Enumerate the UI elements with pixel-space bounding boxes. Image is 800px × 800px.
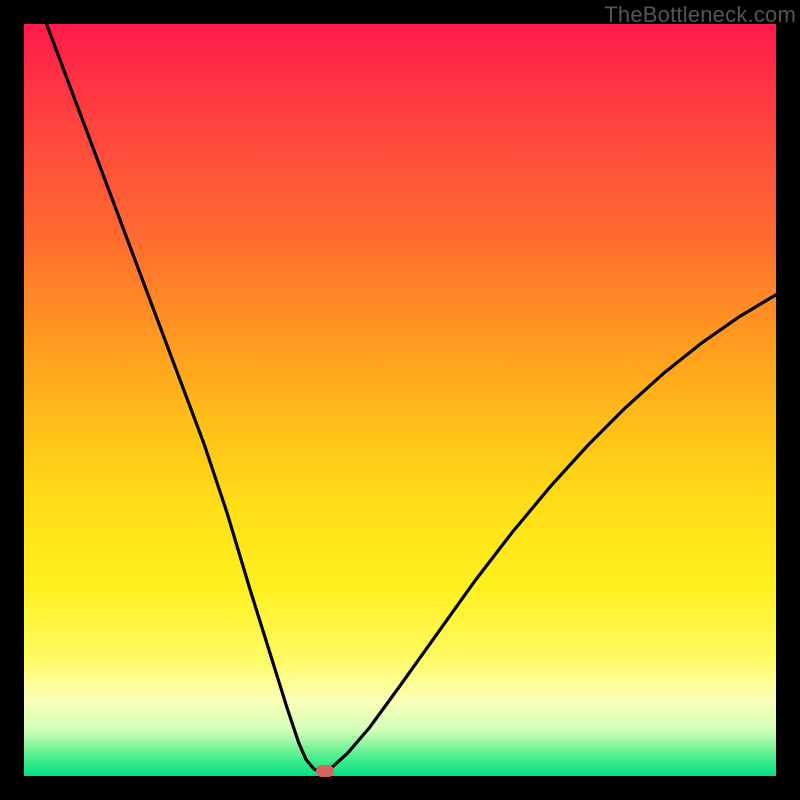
plot-area <box>24 24 776 776</box>
bottleneck-curve <box>24 24 776 776</box>
optimal-point-marker <box>316 765 334 777</box>
watermark-text: TheBottleneck.com <box>604 2 796 28</box>
